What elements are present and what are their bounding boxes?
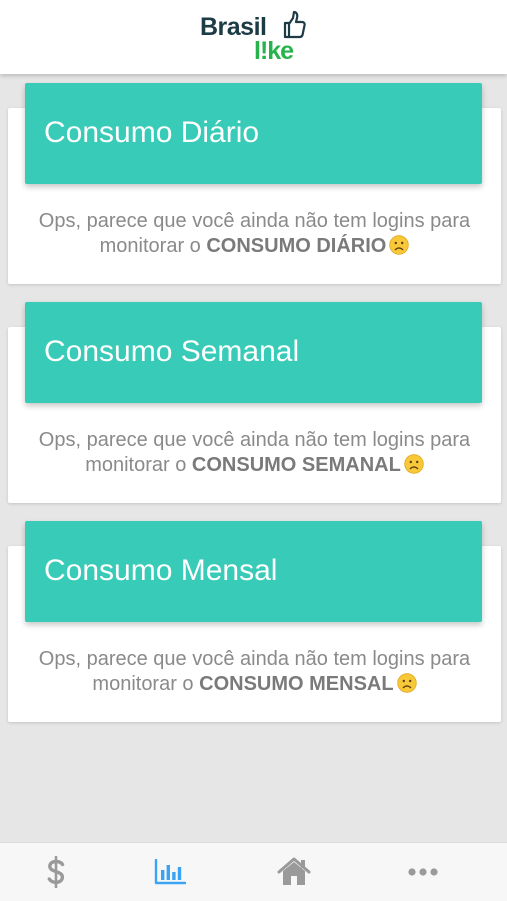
- weekly-consumption-message: Ops, parece que você ainda não tem login…: [38, 429, 471, 476]
- tab-more[interactable]: [393, 843, 453, 901]
- monthly-consumption-banner: Consumo Mensal: [25, 521, 482, 622]
- daily-consumption-title: Consumo Diário: [44, 116, 260, 149]
- weekly-consumption-title: Consumo Semanal: [44, 335, 300, 368]
- monthly-consumption-title: Consumo Mensal: [44, 554, 278, 587]
- tab-finance[interactable]: [26, 843, 86, 901]
- daily-consumption-message: Ops, parece que você ainda não tem login…: [38, 210, 471, 257]
- bottom-tab-bar: [0, 842, 507, 901]
- sad-face-icon: [396, 673, 417, 693]
- daily-consumption-banner: Consumo Diário: [25, 83, 482, 184]
- tab-consumption[interactable]: [140, 843, 200, 901]
- sad-face-icon: [404, 454, 424, 474]
- daily-consumption-strong: CONSUMO DIÁRIO: [206, 235, 387, 257]
- logo-brand-suffix: l!ke: [254, 37, 294, 65]
- monthly-consumption-message: Ops, parece que você ainda não tem login…: [38, 648, 471, 695]
- sad-face-icon: [389, 235, 410, 255]
- monthly-consumption-strong: CONSUMO MENSAL: [199, 673, 394, 695]
- dollar-icon: [47, 856, 65, 888]
- more-icon: [408, 868, 438, 876]
- bar-chart-icon: [154, 859, 186, 885]
- tab-home[interactable]: [264, 843, 324, 901]
- home-icon: [277, 857, 311, 885]
- thumbs-up-icon: [283, 10, 306, 39]
- brasil-like-logo: Brasil l!ke: [200, 10, 310, 66]
- weekly-consumption-strong: CONSUMO SEMANAL: [191, 454, 401, 476]
- weekly-consumption-banner: Consumo Semanal: [25, 302, 482, 403]
- app-header: Brasil l!ke: [0, 0, 507, 74]
